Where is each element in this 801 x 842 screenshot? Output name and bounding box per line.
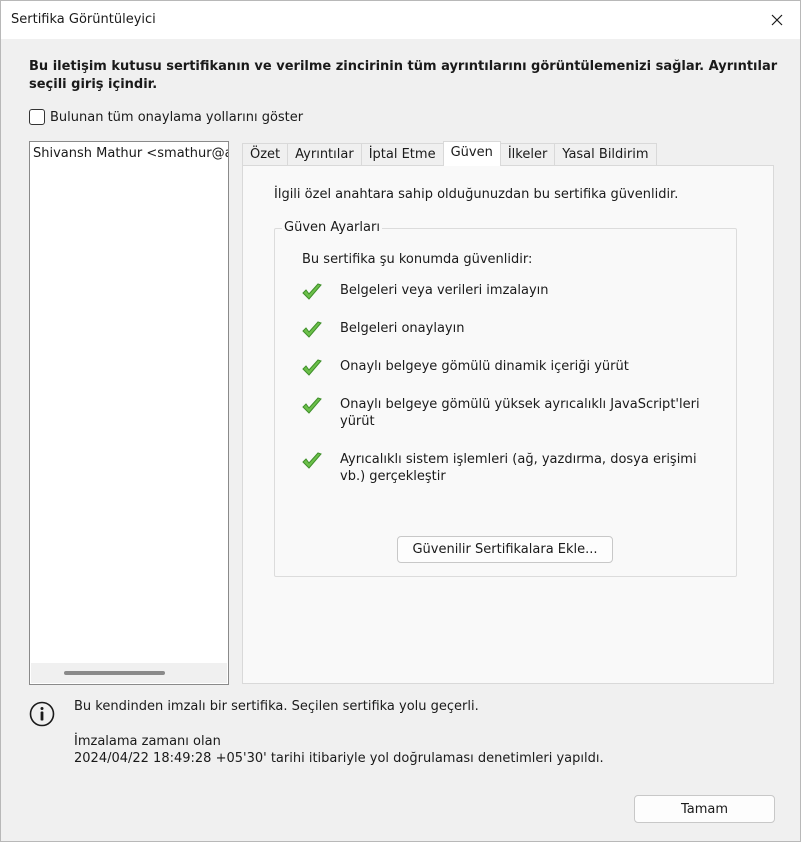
add-to-trusted-button[interactable]: Güvenilir Sertifikalara Ekle... [397,536,613,563]
checkmark-icon [302,397,322,414]
signing-time-info: İmzalama zamanı olan 2024/04/22 18:49:28… [74,733,604,767]
tab-details[interactable]: Ayrıntılar [287,143,362,166]
checkmark-icon [302,452,322,469]
checkmark-icon [302,359,322,376]
trust-item-label: Onaylı belgeye gömülü dinamik içeriği yü… [340,359,629,374]
dialog-description: Bu iletişim kutusu sertifikanın ve veril… [29,59,778,92]
tab-trust[interactable]: Güven [442,141,501,166]
trust-item-label: Belgeleri veya verileri imzalayın [340,283,549,298]
trust-item: Onaylı belgeye gömülü dinamik içeriği yü… [301,358,710,378]
certificate-tree[interactable]: Shivansh Mathur <smathur@a [29,141,229,685]
trust-statement: İlgili özel anahtara sahip olduğunuzdan … [274,187,679,202]
trust-settings-group: Güven Ayarları Bu sertifika şu konumda g… [274,220,737,577]
title-bar: Sertifika Görüntüleyici [1,1,800,39]
trust-item: Belgeleri onaylayın [301,320,710,340]
ok-button[interactable]: Tamam [634,795,775,823]
signing-time-detail: 2024/04/22 18:49:28 +05'30' tarihi itiba… [74,751,604,766]
show-all-paths-label: Bulunan tüm onaylama yollarını göster [50,109,304,125]
show-all-paths-option[interactable]: Bulunan tüm onaylama yollarını göster [29,109,303,125]
trust-item-label: Belgeleri onaylayın [340,321,465,336]
tab-policies[interactable]: İlkeler [499,143,556,166]
checkmark-icon [302,321,322,338]
tab-revocation[interactable]: İptal Etme [360,143,444,166]
trust-item-label: Onaylı belgeye gömülü yüksek ayrıcalıklı… [340,397,700,429]
trust-tab-panel: İlgili özel anahtara sahip olduğunuzdan … [242,165,774,684]
horizontal-scrollbar[interactable] [31,663,227,683]
close-button[interactable] [754,1,800,39]
trust-item-label: Ayrıcalıklı sistem işlemleri (ağ, yazdır… [340,452,697,484]
trust-item: Onaylı belgeye gömülü yüksek ayrıcalıklı… [301,396,710,430]
show-all-paths-checkbox[interactable] [29,109,45,125]
info-icon [29,701,55,727]
signing-time-label: İmzalama zamanı olan [74,734,221,749]
tab-summary[interactable]: Özet [242,143,289,166]
tab-legal-notice[interactable]: Yasal Bildirim [554,143,657,166]
certificate-viewer-window: Sertifika Görüntüleyici Bu iletişim kutu… [0,0,801,842]
scrollbar-thumb[interactable] [64,671,165,675]
trust-settings-title: Güven Ayarları [282,220,382,235]
trust-intro: Bu sertifika şu konumda güvenlidir: [302,252,533,267]
window-title: Sertifika Görüntüleyici [11,12,156,27]
checkmark-icon [302,283,322,300]
status-message: Bu kendinden imzalı bir sertifika. Seçil… [74,699,479,714]
trust-item: Ayrıcalıklı sistem işlemleri (ağ, yazdır… [301,451,710,485]
close-icon [771,14,783,26]
trust-item: Belgeleri veya verileri imzalayın [301,282,710,302]
tab-bar: Özet Ayrıntılar İptal Etme Güven İlkeler… [242,141,657,166]
tree-item[interactable]: Shivansh Mathur <smathur@a [33,146,228,161]
